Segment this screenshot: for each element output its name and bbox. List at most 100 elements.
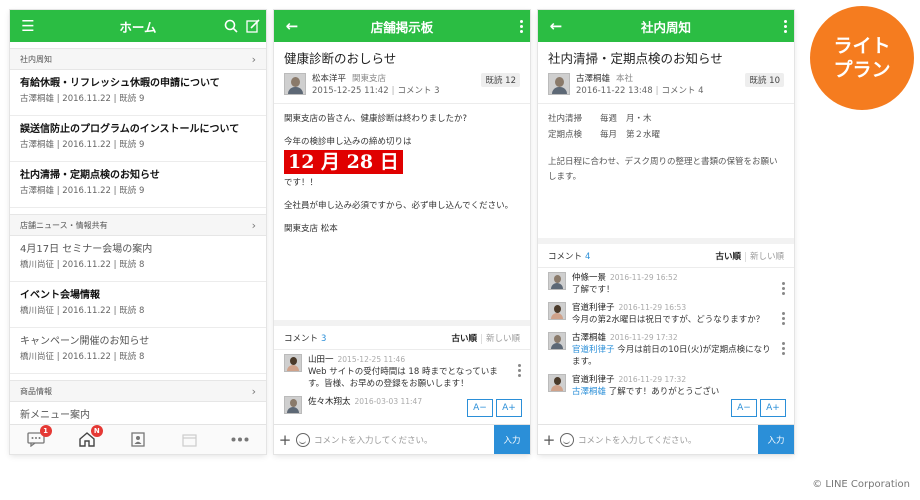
comments-section: コメント 4 古い順 新しい順 仲條一景 2016-11-29 16:52 了解です！… bbox=[538, 238, 794, 400]
notice-header: ← 社内周知 bbox=[538, 10, 794, 42]
mention-link[interactable]: 古澤桐雄 bbox=[572, 387, 606, 397]
font-increase-button[interactable]: A+ bbox=[496, 399, 522, 417]
feed-item[interactable]: 誤送信防止のプログラムのインストールについて 古澤桐雄 | 2016.11.22… bbox=[10, 116, 266, 162]
comment-item: 官道利律子 2016-11-29 16:53 今月の第2水曜日は祝日ですが、どうな… bbox=[538, 298, 794, 328]
attach-plus-icon[interactable]: + bbox=[274, 431, 296, 449]
section-header-store-news[interactable]: 店舗ニュース・情報共有 › bbox=[10, 214, 266, 236]
feed-item[interactable]: 4月17日 セミナー会場の案内 橋川尚征 | 2016.11.22 | 既読 8 bbox=[10, 236, 266, 282]
post-datetime: 2016-11-22 13:48 bbox=[576, 86, 653, 96]
feed-item[interactable]: イベント会場情報 橋川尚征 | 2016.11.22 | 既読 8 bbox=[10, 282, 266, 328]
comments-header: コメント 3 古い順 新しい順 bbox=[274, 326, 530, 350]
feed-item[interactable]: キャンペーン開催のお知らせ 橋川尚征 | 2016.11.22 | 既読 8 bbox=[10, 328, 266, 374]
post-header: 社内清掃・定期点検のお知らせ 古澤桐雄 本社 2016-11-22 13:48 | コ… bbox=[538, 42, 794, 104]
font-decrease-button[interactable]: A− bbox=[731, 399, 757, 417]
emoji-icon[interactable] bbox=[560, 432, 574, 447]
comment-item: 古澤桐雄 2016-11-29 17:32 官道利律子 今月は前日の10日(火)が… bbox=[538, 328, 794, 370]
home-screen: ☰ ホーム 社内周知 › 有給休暇・リフレッシュ休暇の申請について 古澤桐雄 | … bbox=[10, 10, 266, 454]
comment-input-bar: + コメントを入力してください。 入力 bbox=[274, 424, 530, 454]
sort-oldest-button[interactable]: 古い順 bbox=[715, 252, 741, 262]
back-arrow-icon[interactable]: ← bbox=[546, 16, 566, 36]
comment-count-label[interactable]: コメント 3 bbox=[397, 86, 439, 96]
author-name[interactable]: 松本洋平 bbox=[312, 74, 346, 84]
comment-menu-icon[interactable] bbox=[780, 282, 786, 295]
board-title: 店舗掲示板 bbox=[370, 19, 434, 35]
calendar-icon bbox=[182, 433, 197, 447]
comment-menu-icon[interactable] bbox=[780, 342, 786, 355]
avatar[interactable] bbox=[548, 73, 570, 95]
comment-menu-icon[interactable] bbox=[516, 364, 522, 377]
chat-badge: 1 bbox=[39, 424, 52, 437]
post-title: 社内清掃・定期点検のお知らせ bbox=[548, 51, 723, 66]
read-count-badge[interactable]: 既読 10 bbox=[745, 73, 784, 87]
comments-header: コメント 4 古い順 新しい順 bbox=[538, 244, 794, 268]
notice-title: 社内周知 bbox=[640, 19, 691, 35]
comment-count-label[interactable]: コメント 4 bbox=[661, 86, 703, 96]
avatar[interactable] bbox=[548, 302, 566, 320]
home-badge: N bbox=[90, 424, 103, 437]
board-post-screen: ← 店舗掲示板 健康診断のおしらせ 松本洋平 関東支店 2015-12-25 11… bbox=[274, 10, 530, 454]
notice-post-screen: ← 社内周知 社内清掃・定期点検のお知らせ 古澤桐雄 本社 2016-11-22 … bbox=[538, 10, 794, 454]
home-title: ホーム bbox=[119, 19, 157, 35]
light-plan-badge: ライト プラン bbox=[810, 6, 914, 110]
kebab-menu-icon[interactable] bbox=[518, 19, 524, 33]
avatar[interactable] bbox=[284, 354, 302, 372]
font-decrease-button[interactable]: A− bbox=[467, 399, 493, 417]
post-title: 健康診断のおしらせ bbox=[284, 51, 397, 66]
sort-oldest-button[interactable]: 古い順 bbox=[451, 334, 477, 344]
font-size-controls: A− A+ bbox=[467, 399, 522, 417]
deadline-highlight: 12 月 28 日 bbox=[284, 150, 403, 174]
kebab-menu-icon[interactable] bbox=[782, 19, 788, 33]
compose-icon[interactable] bbox=[246, 19, 260, 33]
section-header-products[interactable]: 商品情報 › bbox=[10, 380, 266, 402]
back-arrow-icon[interactable]: ← bbox=[282, 16, 302, 36]
author-branch: 本社 bbox=[616, 74, 634, 84]
comment-input-bar: + コメントを入力してください。 入力 bbox=[538, 424, 794, 454]
home-header: ☰ ホーム bbox=[10, 10, 266, 42]
section-header-notice[interactable]: 社内周知 › bbox=[10, 48, 266, 70]
nav-contacts[interactable] bbox=[126, 430, 150, 450]
submit-comment-button[interactable]: 入力 bbox=[758, 424, 794, 454]
avatar[interactable] bbox=[284, 396, 302, 414]
copyright-text: © LINE Corporation bbox=[812, 479, 910, 490]
read-count-badge[interactable]: 既読 12 bbox=[481, 73, 520, 87]
sort-newest-button[interactable]: 新しい順 bbox=[480, 333, 520, 344]
nav-chat[interactable]: 1 bbox=[24, 424, 52, 450]
attach-plus-icon[interactable]: + bbox=[538, 431, 560, 449]
chevron-right-icon: › bbox=[251, 52, 256, 66]
avatar[interactable] bbox=[548, 332, 566, 350]
comment-input[interactable]: コメントを入力してください。 bbox=[314, 434, 494, 446]
sort-newest-button[interactable]: 新しい順 bbox=[744, 251, 784, 262]
bottom-nav: 1 N bbox=[10, 424, 266, 454]
post-header: 健康診断のおしらせ 松本洋平 関東支店 2015-12-25 11:42 | コメント… bbox=[274, 42, 530, 104]
avatar[interactable] bbox=[548, 272, 566, 290]
submit-comment-button[interactable]: 入力 bbox=[494, 424, 530, 454]
chevron-right-icon: › bbox=[251, 218, 256, 232]
avatar[interactable] bbox=[548, 374, 566, 392]
emoji-icon[interactable] bbox=[296, 432, 310, 447]
comment-item: 山田一 2015-12-25 11:46 Web サイトの受付時間は 18 時まで… bbox=[274, 350, 530, 392]
search-icon[interactable] bbox=[224, 19, 238, 33]
comment-item: 仲條一景 2016-11-29 16:52 了解です！ bbox=[538, 268, 794, 298]
board-header: ← 店舗掲示板 bbox=[274, 10, 530, 42]
comment-item: 官道利律子 2016-11-29 17:32 古澤桐雄 了解です！ありがとうござい bbox=[538, 370, 794, 400]
more-icon bbox=[231, 437, 249, 442]
font-size-controls: A− A+ bbox=[731, 399, 786, 417]
comment-menu-icon[interactable] bbox=[780, 312, 786, 325]
contacts-icon bbox=[131, 432, 145, 447]
font-increase-button[interactable]: A+ bbox=[760, 399, 786, 417]
nav-more[interactable] bbox=[228, 430, 252, 450]
feed-item[interactable]: 社内清掃・定期点検のお知らせ 古澤桐雄 | 2016.11.22 | 既読 9 bbox=[10, 162, 266, 208]
post-body: 社内清掃 毎週 月・木 定期点検 毎月 第２水曜 上記日程に合わせ、デスク周りの整理と書… bbox=[548, 114, 778, 182]
post-body: 関東支店の皆さん、健康診断は終わりましたか? 今年の検診申し込みの締め切りは 1… bbox=[284, 114, 514, 234]
menu-icon[interactable]: ☰ bbox=[18, 16, 38, 36]
author-name[interactable]: 古澤桐雄 bbox=[576, 74, 610, 84]
chevron-right-icon: › bbox=[251, 384, 256, 398]
avatar[interactable] bbox=[284, 73, 306, 95]
author-branch: 関東支店 bbox=[352, 74, 387, 84]
nav-calendar[interactable] bbox=[177, 430, 201, 450]
post-datetime: 2015-12-25 11:42 bbox=[312, 86, 389, 96]
feed-item[interactable]: 有給休暇・リフレッシュ休暇の申請について 古澤桐雄 | 2016.11.22 |… bbox=[10, 70, 266, 116]
nav-home[interactable]: N bbox=[75, 424, 103, 450]
mention-link[interactable]: 官道利律子 bbox=[572, 345, 615, 355]
comment-input[interactable]: コメントを入力してください。 bbox=[578, 434, 758, 446]
